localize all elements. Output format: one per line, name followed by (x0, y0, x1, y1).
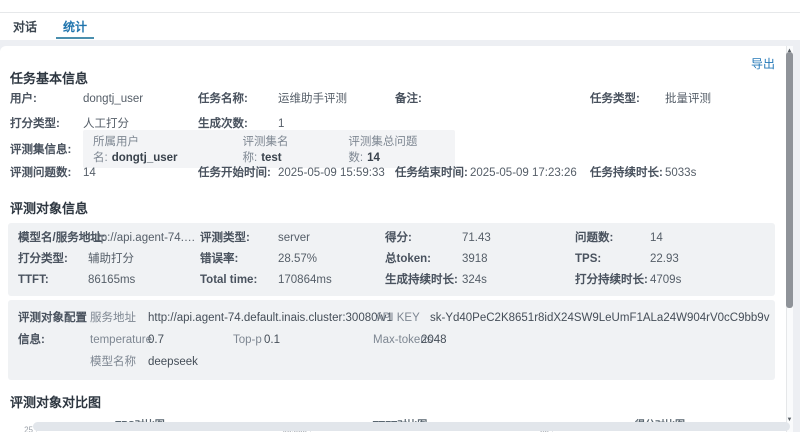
field-label: 任务类型: (590, 87, 665, 112)
field-value: 170864ms (278, 270, 385, 291)
field-value: 86165ms (88, 270, 200, 291)
field-value: server (278, 228, 385, 249)
field-label: 任务名称: (198, 87, 278, 112)
config-row-model: 模型名称 deepseek (90, 351, 775, 373)
field-value: 批量评测 (665, 87, 793, 112)
field-label: 评测问题数: (10, 161, 83, 186)
field-label: TPS: (575, 249, 650, 270)
dataset-info-row: 评测集信息: 所属用户名:dongtj_user 评测集名称:test 评测集总… (10, 137, 793, 161)
tab-statistics[interactable]: 统计 (60, 13, 90, 40)
field-label: 评测集信息: (10, 141, 83, 157)
field-label: temperature (90, 329, 148, 351)
field-value: 2025-05-09 17:23:26 (470, 161, 590, 186)
field-value: dongtj_user (83, 87, 198, 112)
object-config-panel: 评测对象配置信息: 服务地址 http://api.agent-74.defau… (8, 300, 775, 380)
section-title-task-info: 任务基本信息 (10, 68, 793, 87)
field-value: 5033s (665, 161, 793, 186)
field-label: 错误率: (200, 249, 278, 270)
field-label: Total time: (200, 270, 278, 291)
tab-bar: 对话 统计 (0, 13, 800, 40)
field-label: 生成持续时长: (385, 270, 462, 291)
field-label: 任务持续时长: (590, 161, 665, 186)
vertical-scrollbar-thumb[interactable] (786, 52, 793, 308)
field-label: TTFT: (18, 270, 88, 291)
field-value: http://api.agent-74.default.ina... (88, 228, 200, 249)
field-label: Max-tokens (373, 329, 421, 351)
field-label: 评测类型: (200, 228, 278, 249)
field-label: 评测对象配置信息: (18, 307, 90, 373)
object-config-rows: 服务地址 http://api.agent-74.default.inais.c… (90, 307, 775, 373)
field-value: 0.7 (148, 329, 233, 351)
field-value: 2048 (421, 329, 447, 351)
field-value: 辅助打分 (88, 249, 200, 270)
field-value: 28.57% (278, 249, 385, 270)
object-info-row-1: 模型名/服务地址: http://api.agent-74.default.in… (18, 228, 775, 249)
field-value: 71.43 (462, 228, 575, 249)
statistics-panel: 导出 任务基本信息 用户: dongtj_user 任务名称: 运维助手评测 备… (0, 46, 793, 432)
object-info-panel: 模型名/服务地址: http://api.agent-74.default.in… (8, 223, 775, 296)
top-header-strip (0, 0, 800, 13)
field-value: 22.93 (650, 249, 775, 270)
field-label: 备注: (395, 87, 470, 112)
field-value: 14 (650, 228, 775, 249)
field-value: 4709s (650, 270, 775, 291)
field-value: http://api.agent-74.default.inais.cluste… (148, 307, 375, 329)
field-value: 14 (83, 161, 198, 186)
field-value: sk-Yd40PeC2K8651r8idX24SW9LeUmF1ALa24W90… (430, 307, 769, 329)
field-value: 3918 (462, 249, 575, 270)
field-label: 模型名/服务地址: (18, 228, 88, 249)
field-label: 任务开始时间: (198, 161, 278, 186)
field-label: 打分类型: (10, 112, 83, 137)
field-value (470, 87, 590, 112)
field-label: 模型名称 (90, 351, 148, 373)
task-info-row-1: 用户: dongtj_user 任务名称: 运维助手评测 备注: 任务类型: 批… (10, 87, 793, 112)
field-label: API KEY (375, 307, 430, 329)
field-value: 324s (462, 270, 575, 291)
config-row-service: 服务地址 http://api.agent-74.default.inais.c… (90, 307, 775, 329)
field-label: 总token: (385, 249, 462, 270)
section-title-object-info: 评测对象信息 (10, 198, 793, 217)
horizontal-scrollbar-thumb[interactable] (33, 422, 790, 431)
field-label: 打分类型: (18, 249, 88, 270)
section-title-charts: 评测对象对比图 (10, 392, 793, 411)
object-info-row-3: TTFT: 86165ms Total time: 170864ms 生成持续时… (18, 270, 775, 291)
object-info-row-2: 打分类型: 辅助打分 错误率: 28.57% 总token: 3918 TPS:… (18, 249, 775, 270)
export-button[interactable]: 导出 (751, 55, 775, 72)
field-value: 运维助手评测 (278, 87, 395, 112)
field-label: 用户: (10, 87, 83, 112)
field-label: 服务地址 (90, 307, 148, 329)
field-label: 任务结束时间: (395, 161, 470, 186)
field-label: 问题数: (575, 228, 650, 249)
field-label: 得分: (385, 228, 462, 249)
field-value: 0.1 (264, 329, 373, 351)
tab-dialogue[interactable]: 对话 (10, 13, 40, 40)
config-row-params: temperature 0.7 Top-p 0.1 Max-tokens 204… (90, 329, 775, 351)
field-label: Top-p (233, 329, 264, 351)
field-label: 打分持续时长: (575, 270, 650, 291)
field-value: deepseek (148, 351, 198, 373)
task-info-row-3: 评测问题数: 14 任务开始时间: 2025-05-09 15:59:33 任务… (10, 161, 793, 186)
field-value: 2025-05-09 15:59:33 (278, 161, 395, 186)
